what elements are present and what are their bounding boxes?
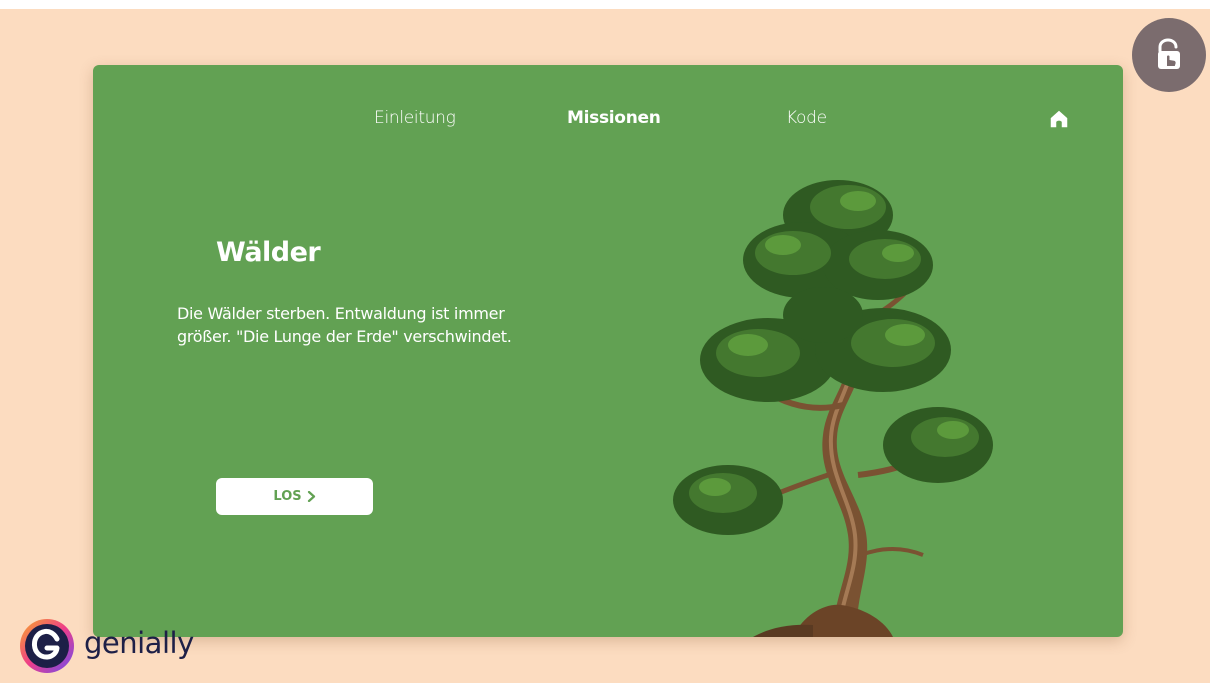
nav-item-kode[interactable]: Kode (786, 108, 827, 128)
interaction-badge[interactable] (1132, 18, 1206, 92)
description-text: Die Wälder sterben. Entwaldung ist immer… (177, 304, 512, 346)
touch-unlock-icon (1158, 38, 1180, 69)
home-icon[interactable] (1048, 108, 1070, 130)
genially-brand[interactable]: genially (18, 617, 194, 675)
bonsai-tree-image (673, 180, 993, 637)
chevron-right-icon (307, 491, 315, 502)
slide: Einleitung Missionen Kode Wälder Die Wäl… (93, 65, 1123, 637)
los-button-label: LOS (273, 489, 302, 504)
genially-logo-icon (20, 619, 74, 673)
nav-item-missionen[interactable]: Missionen (567, 108, 661, 128)
los-button[interactable]: LOS (216, 478, 373, 515)
top-strip (0, 0, 1210, 9)
nav-item-einleitung[interactable]: Einleitung (374, 108, 456, 128)
genially-wordmark: genially (84, 626, 194, 660)
page-title: Wälder (216, 237, 321, 268)
